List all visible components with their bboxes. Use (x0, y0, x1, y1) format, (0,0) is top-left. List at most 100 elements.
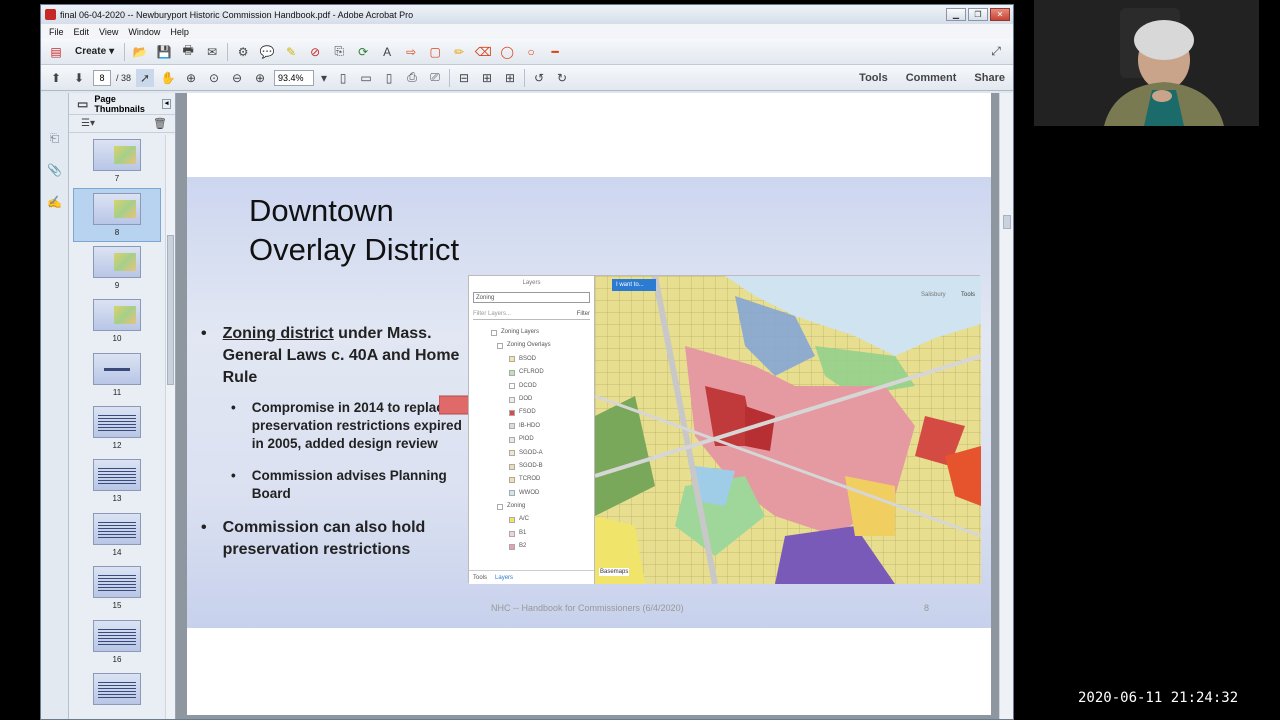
menu-help[interactable]: Help (170, 27, 189, 37)
marquee-zoom-icon[interactable]: ⊕ (182, 69, 200, 87)
filter-layers: Filter Layers... Filter (473, 309, 590, 320)
thumbnail-image (93, 352, 141, 385)
previous-page-icon[interactable]: ⬆ (47, 69, 65, 87)
two-page-icon[interactable]: ⊞ (501, 69, 519, 87)
rotate-cw-icon[interactable]: ↻ (553, 69, 571, 87)
page-thumbnail[interactable]: 12 (69, 402, 165, 455)
overlay-layer-row: CFLROD (469, 366, 594, 379)
pencil-icon[interactable]: ✏ (450, 43, 468, 61)
page-thumbnail[interactable]: 10 (69, 295, 165, 348)
layer-label: IB-HDO (519, 422, 540, 429)
save-icon[interactable]: 💾 (155, 43, 173, 61)
layers-header: Layers (522, 280, 541, 286)
menu-file[interactable]: File (49, 27, 64, 37)
oval-tool-icon[interactable]: ○ (522, 43, 540, 61)
thumbnail-image (93, 566, 141, 599)
map-drawing (595, 276, 981, 584)
scrolling-icon[interactable]: ⊞ (478, 69, 496, 87)
attachments-icon[interactable]: 📎 (46, 161, 64, 179)
separator (124, 42, 126, 61)
highlight-icon[interactable]: ✎ (282, 43, 300, 61)
text-edit-icon[interactable]: A (378, 43, 396, 61)
expand-icon[interactable]: ⤢ (987, 43, 1005, 61)
read-mode-icon[interactable]: ⎚ (426, 69, 444, 87)
stamp-icon[interactable]: ⊘ (306, 43, 324, 61)
page-thumbnail[interactable]: 13 (69, 455, 165, 508)
title-bar[interactable]: final 06-04-2020 -- Newburyport Historic… (41, 5, 1013, 24)
delete-page-icon[interactable]: 🗑 (151, 115, 169, 133)
signatures-icon[interactable]: ✍ (46, 193, 64, 211)
thumbnail-page-number: 12 (112, 440, 122, 450)
cloud-tool-icon[interactable]: ◯ (498, 43, 516, 61)
layer-label: B2 (519, 543, 527, 550)
hand-tool-icon[interactable]: ✋ (159, 69, 177, 87)
navigation-toolbar: ⬆ ⬇ 8 / 38 ➚ ✋ ⊕ ⊙ ⊖ ⊕ 93.4% ▾ ▯ ▭ ▯ ⎙ ⎚… (41, 65, 1013, 91)
page-thumbnail[interactable]: 16 (69, 616, 165, 669)
attach-file-icon[interactable]: ⎘ (330, 43, 348, 61)
print-icon[interactable]: 🖶 (179, 43, 197, 61)
open-folder-icon[interactable]: 📂 (131, 43, 149, 61)
next-page-icon[interactable]: ⬇ (70, 69, 88, 87)
thumbnail-scrollbar[interactable] (165, 135, 175, 719)
panel-title: Page Thumbnails (94, 93, 145, 114)
share-link[interactable]: Share (974, 72, 1005, 84)
create-button[interactable]: Create ▾ (71, 46, 118, 57)
single-page-icon[interactable]: ⊟ (455, 69, 473, 87)
rectangle-tool-icon[interactable]: ▢ (426, 43, 444, 61)
bookmarks-icon[interactable]: ⎗ (46, 129, 64, 147)
collapse-panel-button[interactable]: ◂ (162, 98, 171, 109)
zoom-out-icon[interactable]: ⊖ (228, 69, 246, 87)
page-thumbnail[interactable]: 15 (69, 562, 165, 615)
separator (449, 68, 451, 87)
scroll-thumb[interactable] (1003, 215, 1011, 229)
layer-label: SGOD-A (519, 449, 543, 456)
rotate-ccw-icon[interactable]: ↺ (530, 69, 548, 87)
rotate-view-icon[interactable]: ⎙ (403, 69, 421, 87)
page-thumbnail[interactable]: 9 (69, 242, 165, 295)
fit-width-icon[interactable]: ▭ (357, 69, 375, 87)
separator (227, 42, 229, 61)
page-number-input[interactable]: 8 (93, 69, 111, 86)
eraser-icon[interactable]: ⌫ (474, 43, 492, 61)
gear-icon[interactable]: ⚙ (234, 43, 252, 61)
actual-size-icon[interactable]: ▯ (334, 69, 352, 87)
restore-button[interactable]: ❐ (968, 8, 988, 21)
layer-swatch (509, 490, 515, 497)
overlay-layer-row: BSOD (469, 353, 594, 366)
layer-swatch (509, 410, 515, 417)
page-thumbnail[interactable] (69, 669, 165, 719)
zoom-in-icon[interactable]: ⊕ (251, 69, 269, 87)
document-area: Downtown Overlay District • Zoning distr… (176, 93, 1013, 719)
arrow-tool-icon[interactable]: ⇨ (402, 43, 420, 61)
zoom-dropdown-icon[interactable]: ▾ (319, 69, 329, 87)
menu-window[interactable]: Window (128, 27, 160, 37)
record-audio-icon[interactable]: ⟳ (354, 43, 372, 61)
close-button[interactable]: ✕ (990, 8, 1010, 21)
thumbnail-list: 7 8 9 10 11 12 13 14 15 16 (69, 135, 165, 719)
document-scrollbar[interactable] (999, 93, 1013, 719)
comment-link[interactable]: Comment (906, 72, 957, 84)
line-tool-icon[interactable]: ━ (546, 43, 564, 61)
menu-edit[interactable]: Edit (74, 27, 90, 37)
tools-link[interactable]: Tools (859, 72, 888, 84)
fit-page-icon[interactable]: ▯ (380, 69, 398, 87)
page-thumbnail[interactable]: 14 (69, 509, 165, 562)
minimize-button[interactable]: ▁ (946, 8, 966, 21)
zoning-map: I want to... Salisbury Tools Basemaps (595, 276, 981, 584)
page-thumbnail[interactable]: 11 (69, 349, 165, 402)
thumbnail-options-icon[interactable]: ☰▾ (79, 115, 97, 133)
thumbnail-image (93, 139, 141, 171)
page-thumbnail[interactable]: 8 (73, 188, 161, 242)
select-cursor-icon[interactable]: ➚ (136, 68, 155, 87)
email-icon[interactable]: ✉ (203, 43, 221, 61)
comment-icon[interactable]: 💬 (258, 43, 276, 61)
pdf-page: Downtown Overlay District • Zoning distr… (187, 93, 991, 715)
overlay-layer-row: IB-HDO (469, 420, 594, 433)
zoom-level-input[interactable]: 93.4% (274, 69, 315, 86)
overlay-layer-row: DOD (469, 393, 594, 406)
layer-swatch (509, 543, 515, 550)
menu-view[interactable]: View (99, 27, 118, 37)
dynamic-zoom-icon[interactable]: ⊙ (205, 69, 223, 87)
recording-timestamp: 2020-06-11 21:24:32 (1078, 690, 1239, 706)
page-thumbnail[interactable]: 7 (69, 135, 165, 188)
